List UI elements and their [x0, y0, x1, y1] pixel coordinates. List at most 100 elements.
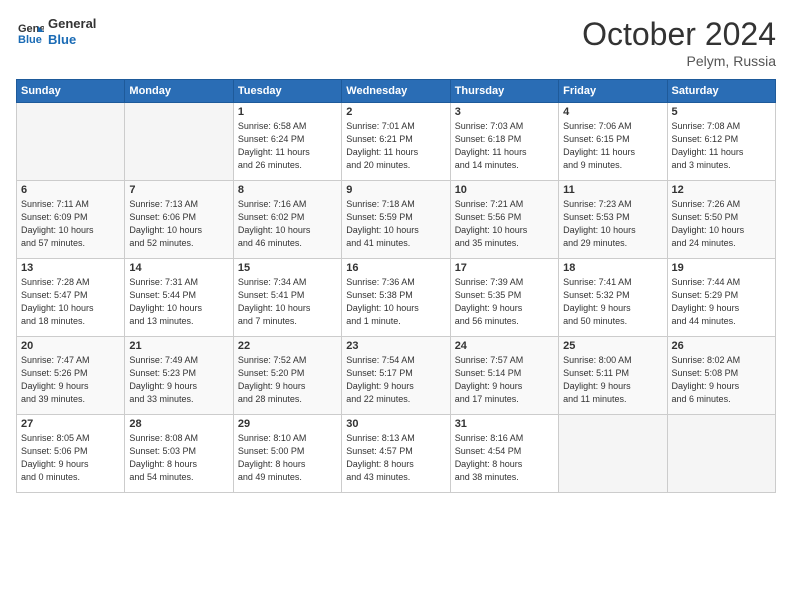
calendar-day-cell: 28 Sunrise: 8:08 AM Sunset: 5:03 PM Dayli…: [125, 415, 233, 493]
day-info: Sunrise: 7:23 AM Sunset: 5:53 PM Dayligh…: [563, 198, 662, 250]
page-header: General Blue General Blue October 2024 P…: [16, 16, 776, 69]
day-info: Sunrise: 7:28 AM Sunset: 5:47 PM Dayligh…: [21, 276, 120, 328]
title-section: October 2024 Pelym, Russia: [582, 16, 776, 69]
day-info: Sunrise: 8:13 AM Sunset: 4:57 PM Dayligh…: [346, 432, 445, 484]
day-info: Sunrise: 7:44 AM Sunset: 5:29 PM Dayligh…: [672, 276, 771, 328]
calendar-day-cell: [559, 415, 667, 493]
calendar-week-row: 20 Sunrise: 7:47 AM Sunset: 5:26 PM Dayli…: [17, 337, 776, 415]
day-number: 27: [21, 418, 120, 430]
day-number: 4: [563, 106, 662, 118]
day-info: Sunrise: 8:00 AM Sunset: 5:11 PM Dayligh…: [563, 354, 662, 406]
calendar-table: SundayMondayTuesdayWednesdayThursdayFrid…: [16, 79, 776, 493]
calendar-day-cell: 17 Sunrise: 7:39 AM Sunset: 5:35 PM Dayli…: [450, 259, 558, 337]
calendar-day-cell: 26 Sunrise: 8:02 AM Sunset: 5:08 PM Dayli…: [667, 337, 775, 415]
day-number: 31: [455, 418, 554, 430]
day-info: Sunrise: 6:58 AM Sunset: 6:24 PM Dayligh…: [238, 120, 337, 172]
calendar-day-cell: 15Sunrise: 7:34 AM Sunset: 5:41 PM Dayli…: [233, 259, 341, 337]
day-info: Sunrise: 7:18 AM Sunset: 5:59 PM Dayligh…: [346, 198, 445, 250]
day-number: 14: [129, 262, 228, 274]
calendar-day-cell: 16 Sunrise: 7:36 AM Sunset: 5:38 PM Dayli…: [342, 259, 450, 337]
day-info: Sunrise: 7:52 AM Sunset: 5:20 PM Dayligh…: [238, 354, 337, 406]
calendar-day-cell: 4 Sunrise: 7:06 AM Sunset: 6:15 PM Daylig…: [559, 103, 667, 181]
weekday-header-cell: Friday: [559, 80, 667, 103]
calendar-day-cell: 9 Sunrise: 7:18 AM Sunset: 5:59 PM Daylig…: [342, 181, 450, 259]
day-info: Sunrise: 8:05 AM Sunset: 5:06 PM Dayligh…: [21, 432, 120, 484]
day-info: Sunrise: 7:57 AM Sunset: 5:14 PM Dayligh…: [455, 354, 554, 406]
calendar-day-cell: 22Sunrise: 7:52 AM Sunset: 5:20 PM Dayli…: [233, 337, 341, 415]
day-info: Sunrise: 7:41 AM Sunset: 5:32 PM Dayligh…: [563, 276, 662, 328]
weekday-header-cell: Monday: [125, 80, 233, 103]
day-number: 19: [672, 262, 771, 274]
day-number: 9: [346, 184, 445, 196]
day-info: Sunrise: 7:03 AM Sunset: 6:18 PM Dayligh…: [455, 120, 554, 172]
month-title: October 2024: [582, 16, 776, 53]
day-number: 18: [563, 262, 662, 274]
day-number: 1: [238, 106, 337, 118]
day-info: Sunrise: 7:36 AM Sunset: 5:38 PM Dayligh…: [346, 276, 445, 328]
day-info: Sunrise: 7:47 AM Sunset: 5:26 PM Dayligh…: [21, 354, 120, 406]
calendar-day-cell: 13Sunrise: 7:28 AM Sunset: 5:47 PM Dayli…: [17, 259, 125, 337]
weekday-header-cell: Sunday: [17, 80, 125, 103]
day-number: 21: [129, 340, 228, 352]
calendar-day-cell: 6Sunrise: 7:11 AM Sunset: 6:09 PM Daylig…: [17, 181, 125, 259]
day-number: 25: [563, 340, 662, 352]
logo-text: General Blue: [48, 16, 96, 47]
weekday-header-cell: Tuesday: [233, 80, 341, 103]
day-info: Sunrise: 7:11 AM Sunset: 6:09 PM Dayligh…: [21, 198, 120, 250]
calendar-day-cell: 31Sunrise: 8:16 AM Sunset: 4:54 PM Dayli…: [450, 415, 558, 493]
day-number: 15: [238, 262, 337, 274]
logo: General Blue General Blue: [16, 16, 96, 47]
svg-text:Blue: Blue: [18, 34, 42, 46]
calendar-day-cell: 25 Sunrise: 8:00 AM Sunset: 5:11 PM Dayli…: [559, 337, 667, 415]
calendar-day-cell: [125, 103, 233, 181]
calendar-week-row: 27 Sunrise: 8:05 AM Sunset: 5:06 PM Dayli…: [17, 415, 776, 493]
calendar-day-cell: 2Sunrise: 7:01 AM Sunset: 6:21 PM Daylig…: [342, 103, 450, 181]
day-info: Sunrise: 8:08 AM Sunset: 5:03 PM Dayligh…: [129, 432, 228, 484]
calendar-day-cell: [667, 415, 775, 493]
day-number: 3: [455, 106, 554, 118]
day-info: Sunrise: 7:16 AM Sunset: 6:02 PM Dayligh…: [238, 198, 337, 250]
day-info: Sunrise: 7:08 AM Sunset: 6:12 PM Dayligh…: [672, 120, 771, 172]
weekday-header-cell: Wednesday: [342, 80, 450, 103]
day-info: Sunrise: 7:49 AM Sunset: 5:23 PM Dayligh…: [129, 354, 228, 406]
calendar-week-row: 6Sunrise: 7:11 AM Sunset: 6:09 PM Daylig…: [17, 181, 776, 259]
calendar-day-cell: 27 Sunrise: 8:05 AM Sunset: 5:06 PM Dayli…: [17, 415, 125, 493]
calendar-day-cell: 24 Sunrise: 7:57 AM Sunset: 5:14 PM Dayli…: [450, 337, 558, 415]
day-number: 10: [455, 184, 554, 196]
calendar-day-cell: 18 Sunrise: 7:41 AM Sunset: 5:32 PM Dayli…: [559, 259, 667, 337]
weekday-header-row: SundayMondayTuesdayWednesdayThursdayFrid…: [17, 80, 776, 103]
day-number: 29: [238, 418, 337, 430]
calendar-day-cell: 21 Sunrise: 7:49 AM Sunset: 5:23 PM Dayli…: [125, 337, 233, 415]
day-info: Sunrise: 8:10 AM Sunset: 5:00 PM Dayligh…: [238, 432, 337, 484]
day-number: 28: [129, 418, 228, 430]
calendar-day-cell: 20 Sunrise: 7:47 AM Sunset: 5:26 PM Dayli…: [17, 337, 125, 415]
calendar-day-cell: 7Sunrise: 7:13 AM Sunset: 6:06 PM Daylig…: [125, 181, 233, 259]
calendar-day-cell: 3 Sunrise: 7:03 AM Sunset: 6:18 PM Daylig…: [450, 103, 558, 181]
day-number: 26: [672, 340, 771, 352]
day-info: Sunrise: 7:31 AM Sunset: 5:44 PM Dayligh…: [129, 276, 228, 328]
day-number: 7: [129, 184, 228, 196]
day-info: Sunrise: 8:02 AM Sunset: 5:08 PM Dayligh…: [672, 354, 771, 406]
day-number: 23: [346, 340, 445, 352]
calendar-week-row: 1 Sunrise: 6:58 AM Sunset: 6:24 PM Daylig…: [17, 103, 776, 181]
day-info: Sunrise: 7:21 AM Sunset: 5:56 PM Dayligh…: [455, 198, 554, 250]
day-number: 17: [455, 262, 554, 274]
day-number: 20: [21, 340, 120, 352]
day-info: Sunrise: 7:39 AM Sunset: 5:35 PM Dayligh…: [455, 276, 554, 328]
calendar-day-cell: 12 Sunrise: 7:26 AM Sunset: 5:50 PM Dayli…: [667, 181, 775, 259]
day-info: Sunrise: 7:06 AM Sunset: 6:15 PM Dayligh…: [563, 120, 662, 172]
calendar-day-cell: [17, 103, 125, 181]
calendar-day-cell: 30 Sunrise: 8:13 AM Sunset: 4:57 PM Dayli…: [342, 415, 450, 493]
day-info: Sunrise: 7:26 AM Sunset: 5:50 PM Dayligh…: [672, 198, 771, 250]
logo-general: General: [48, 16, 96, 32]
day-number: 30: [346, 418, 445, 430]
day-number: 2: [346, 106, 445, 118]
calendar-day-cell: 1 Sunrise: 6:58 AM Sunset: 6:24 PM Daylig…: [233, 103, 341, 181]
calendar-day-cell: 14 Sunrise: 7:31 AM Sunset: 5:44 PM Dayli…: [125, 259, 233, 337]
calendar-body: 1 Sunrise: 6:58 AM Sunset: 6:24 PM Daylig…: [17, 103, 776, 493]
day-number: 24: [455, 340, 554, 352]
day-number: 16: [346, 262, 445, 274]
day-number: 12: [672, 184, 771, 196]
weekday-header-cell: Thursday: [450, 80, 558, 103]
location: Pelym, Russia: [582, 53, 776, 69]
